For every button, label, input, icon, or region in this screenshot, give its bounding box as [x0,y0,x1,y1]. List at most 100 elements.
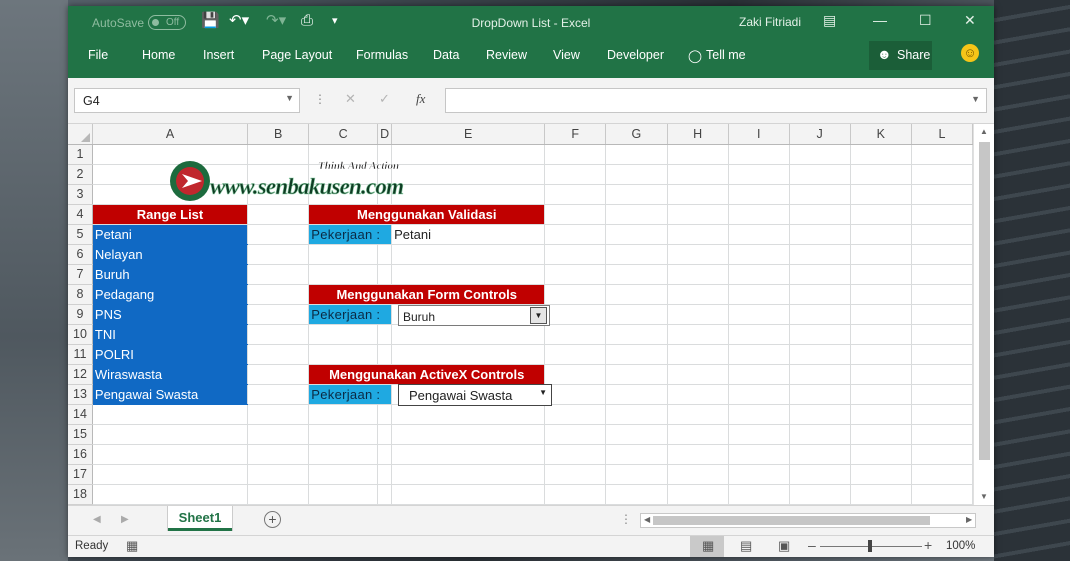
cell[interactable] [850,464,912,485]
tab-insert[interactable]: Insert [203,48,234,62]
cell[interactable] [911,484,973,505]
cell[interactable] [92,424,249,445]
column-header[interactable]: C [308,124,379,145]
row-header[interactable]: 13 [68,384,93,405]
select-all-corner[interactable] [68,124,93,145]
cell[interactable] [308,324,379,345]
cell[interactable] [728,324,790,345]
row-header[interactable]: 1 [68,144,93,165]
cell[interactable] [605,444,668,465]
cell[interactable] [850,144,912,165]
range-list-item[interactable]: Petani [92,224,249,245]
row-header[interactable]: 11 [68,344,93,365]
cell[interactable] [728,164,790,185]
cell[interactable] [544,484,607,505]
validasi-value-cell[interactable]: Petani [391,224,546,245]
cell[interactable] [911,304,973,325]
share-button[interactable]: ☻ Share [869,41,932,70]
column-header[interactable]: H [667,124,729,145]
cell[interactable] [605,364,668,385]
row-header[interactable]: 8 [68,284,93,305]
cell[interactable] [391,184,546,205]
column-header[interactable]: L [911,124,973,145]
cell[interactable] [789,284,851,305]
cell[interactable] [911,404,973,425]
zoom-in-icon[interactable]: + [924,537,932,553]
cell[interactable] [911,144,973,165]
cell[interactable] [911,204,973,225]
cell[interactable] [605,264,668,285]
cell[interactable] [667,464,729,485]
cell[interactable] [247,484,310,505]
tab-developer[interactable]: Developer [607,48,664,62]
cell[interactable] [247,344,310,365]
cell[interactable] [850,324,912,345]
cell[interactable] [391,324,546,345]
column-header[interactable]: K [850,124,912,145]
range-list-item[interactable]: Pengawai Swasta [92,384,249,405]
cell[interactable] [605,144,668,165]
validasi-label[interactable]: Pekerjaan : [308,224,393,245]
vertical-scrollbar[interactable]: ▲ ▼ [973,124,994,505]
row-header[interactable]: 6 [68,244,93,265]
cell[interactable] [911,244,973,265]
cell[interactable] [728,484,790,505]
cell[interactable] [728,344,790,365]
cell[interactable] [789,364,851,385]
cell[interactable] [850,424,912,445]
cell[interactable] [850,484,912,505]
cell[interactable] [789,384,851,405]
cell[interactable] [544,404,607,425]
cell[interactable] [391,464,546,485]
cell[interactable] [667,444,729,465]
cell[interactable] [605,344,668,365]
validasi-header[interactable]: Menggunakan Validasi [308,204,546,225]
macro-record-icon[interactable]: ▦ [126,538,138,554]
cell[interactable] [544,284,607,305]
new-sheet-icon[interactable]: + [264,511,281,528]
cell[interactable] [911,164,973,185]
cell[interactable] [391,164,546,185]
cell[interactable] [789,264,851,285]
cell[interactable] [728,224,790,245]
cell[interactable] [667,224,729,245]
cell[interactable] [247,324,310,345]
tell-me-search[interactable]: Tell me [706,48,746,62]
column-header[interactable]: I [728,124,790,145]
cell[interactable] [850,204,912,225]
cell[interactable] [92,404,249,425]
cell[interactable] [850,404,912,425]
form-controls-combobox[interactable]: Buruh ▼ [398,305,550,326]
cell[interactable] [377,424,393,445]
cell[interactable] [728,204,790,225]
cell[interactable] [544,424,607,445]
cell[interactable] [667,304,729,325]
cell[interactable] [789,164,851,185]
cell[interactable] [391,344,546,365]
cell[interactable] [850,444,912,465]
cell[interactable] [667,204,729,225]
row-header[interactable]: 7 [68,264,93,285]
cell[interactable] [667,404,729,425]
cell[interactable] [667,484,729,505]
cell[interactable] [308,344,379,365]
tab-scroll-right-icon[interactable]: ▶ [121,514,129,525]
expand-formula-icon[interactable]: ▼ [971,94,980,104]
cell[interactable] [911,264,973,285]
cell[interactable] [544,144,607,165]
row-header[interactable]: 16 [68,444,93,465]
cell[interactable] [728,444,790,465]
row-header[interactable]: 9 [68,304,93,325]
cell[interactable] [544,164,607,185]
form-controls-label[interactable]: Pekerjaan : [308,304,393,325]
tab-home[interactable]: Home [142,48,175,62]
maximize-icon[interactable]: ☐ [919,12,932,29]
column-header[interactable]: J [789,124,851,145]
cell[interactable] [605,164,668,185]
cell[interactable] [789,344,851,365]
cell[interactable] [247,264,310,285]
scroll-up-icon[interactable]: ▲ [980,127,988,136]
range-list-item[interactable]: Pedagang [92,284,249,305]
cell[interactable] [391,144,546,165]
range-list-item[interactable]: PNS [92,304,249,325]
